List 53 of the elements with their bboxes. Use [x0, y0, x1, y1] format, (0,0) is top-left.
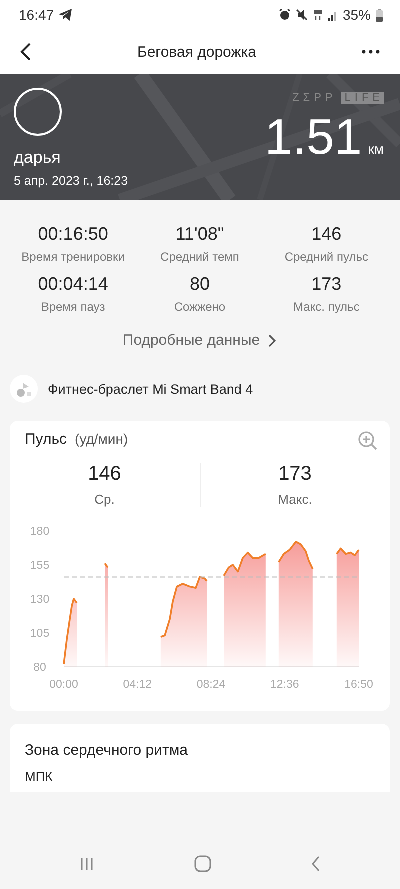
x-axis-label: 16:50	[344, 679, 374, 691]
summary-label: Макс.	[278, 492, 312, 507]
signal-icon	[328, 9, 338, 21]
stat-value: 00:16:50	[38, 224, 108, 245]
zoom-in-icon[interactable]	[358, 431, 378, 451]
device-name: Фитнес-браслет Mi Smart Band 4	[48, 382, 254, 396]
y-axis-label: 155	[30, 560, 50, 572]
x-axis-label: 00:00	[50, 679, 78, 691]
device-icon	[10, 375, 38, 403]
y-axis-label: 130	[30, 594, 50, 606]
stat-label: Время пауз	[41, 300, 106, 314]
recent-apps-icon[interactable]	[79, 856, 96, 872]
stat-value: 00:04:14	[38, 274, 108, 295]
summary-label: Ср.	[94, 492, 115, 507]
stat-label: Сожжено	[174, 300, 226, 314]
stat-value: 11'08"	[176, 224, 224, 245]
alarm-icon	[278, 9, 291, 21]
stat-label: Время тренировки	[22, 250, 125, 264]
details-link[interactable]: Подробные данные	[118, 328, 282, 353]
stat-value: 80	[190, 274, 210, 295]
home-icon[interactable]	[194, 854, 212, 872]
summary-value: 146	[88, 463, 122, 486]
user-name: дарья	[14, 148, 62, 168]
avatar	[14, 88, 62, 136]
workout-date: 5 апр. 2023 г., 16:23	[14, 174, 128, 188]
more-icon[interactable]	[362, 50, 380, 54]
x-axis-label: 08:24	[196, 679, 226, 691]
back-icon[interactable]	[20, 42, 32, 62]
stat-value: 146	[312, 224, 342, 245]
card-title: Пульс	[25, 431, 68, 448]
x-axis-label: 12:36	[270, 679, 300, 691]
chevron-right-icon[interactable]	[268, 334, 278, 348]
unit-label: (уд/мин)	[75, 431, 128, 447]
distance-value: 1.51	[264, 108, 362, 166]
stat-label: Средний пульс	[284, 250, 368, 264]
brand-logo: ZΣPP	[292, 92, 337, 104]
card-title: Зона сердечного ритма	[25, 742, 189, 759]
y-axis-label: 80	[34, 662, 46, 674]
stat-label: Макс. пульс	[293, 300, 360, 314]
y-axis-label: 105	[30, 628, 50, 640]
x-axis-label: 04:12	[123, 679, 152, 691]
battery-icon	[376, 8, 383, 22]
card-subtitle: МПК	[25, 769, 54, 784]
stat-value: 173	[312, 274, 342, 295]
page-title: Беговая дорожка	[138, 44, 256, 60]
y-axis-label: 180	[30, 526, 50, 538]
status-time: 16:47	[19, 7, 54, 23]
mute-icon	[296, 9, 308, 21]
stat-label: Средний темп	[160, 250, 240, 264]
battery-percent: 35%	[342, 7, 371, 23]
telegram-icon	[59, 9, 74, 21]
summary-value: 173	[278, 463, 312, 486]
distance-unit: км	[368, 141, 384, 157]
